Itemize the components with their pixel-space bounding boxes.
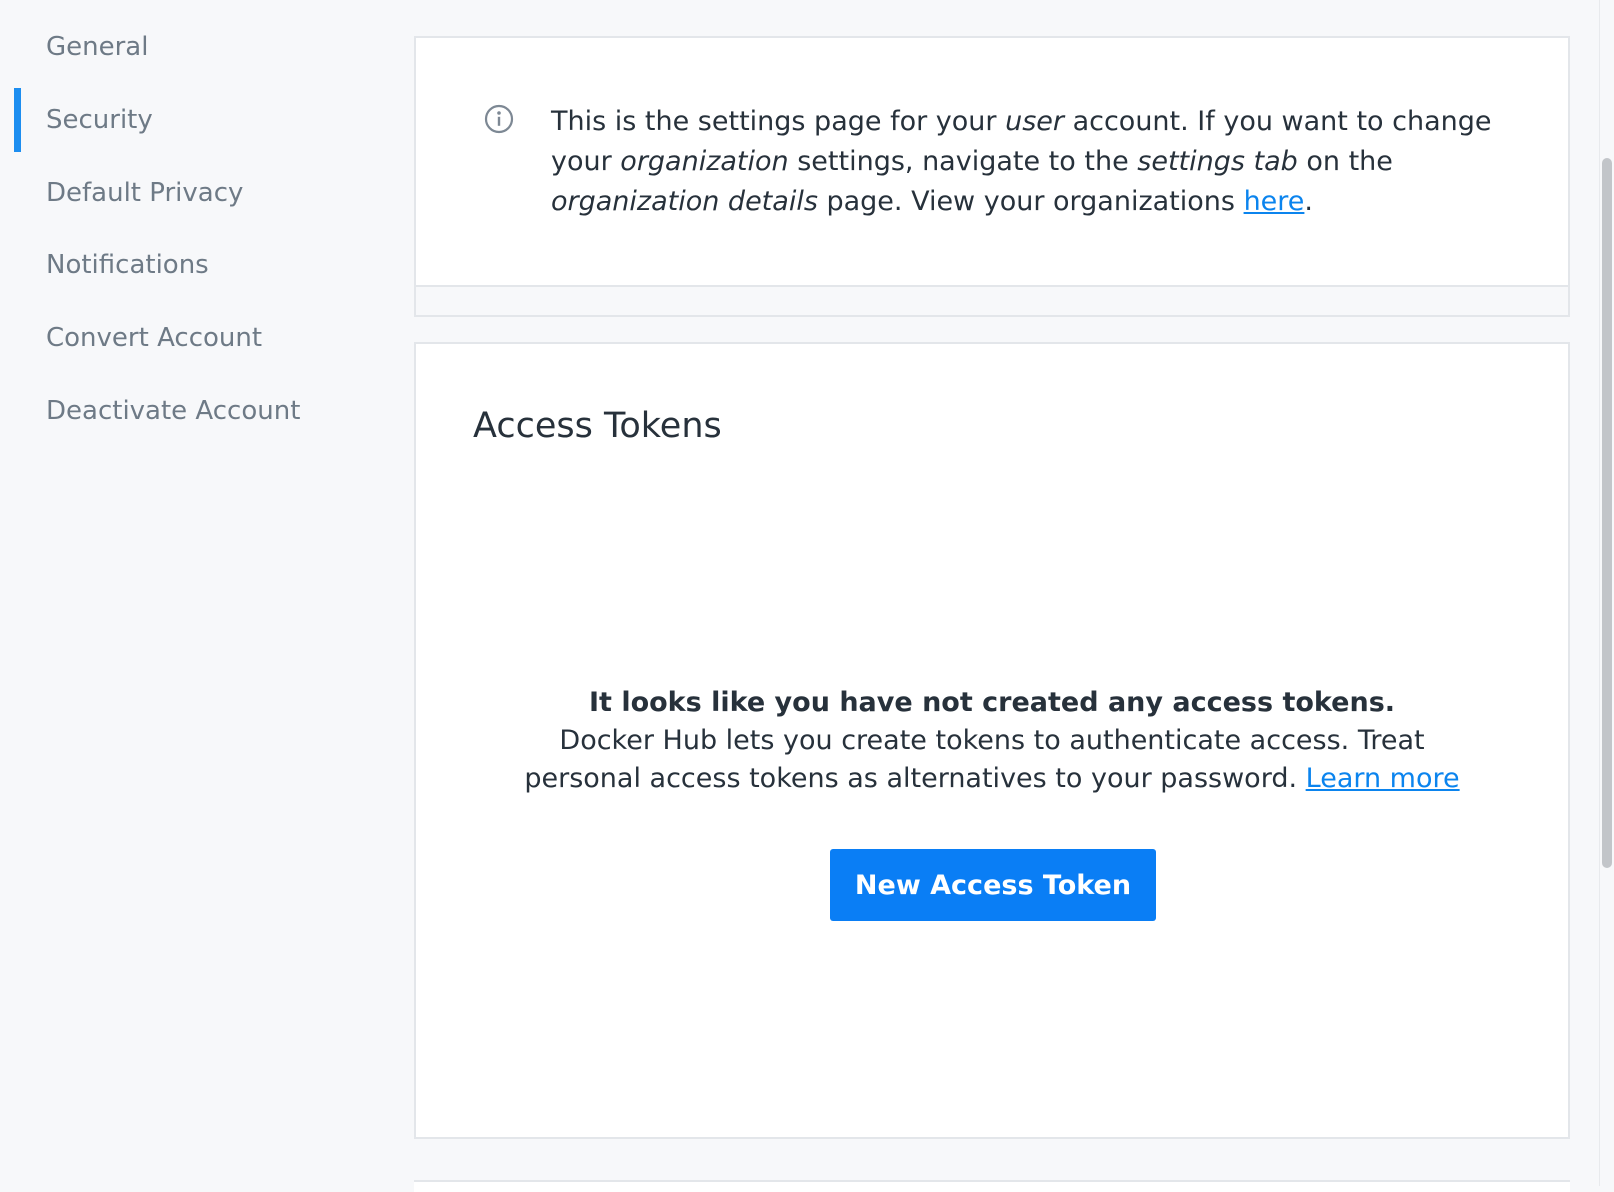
notice-text-part: on the	[1297, 146, 1393, 177]
page-scrollbar-thumb[interactable]	[1602, 158, 1612, 868]
view-organizations-link[interactable]: here	[1244, 186, 1305, 217]
notice-emphasis-organization-details: organization details	[551, 186, 818, 217]
notice-text-part: This is the settings page for your	[551, 106, 1006, 137]
notice-emphasis-settings-tab: settings tab	[1137, 146, 1298, 177]
page-scrollbar-track[interactable]	[1599, 0, 1614, 1186]
notice-text-part: .	[1304, 186, 1313, 217]
empty-state-heading: It looks like you have not created any a…	[588, 687, 1396, 718]
sidebar-item-general[interactable]: General	[46, 27, 148, 67]
empty-state-description: Docker Hub lets you create tokens to aut…	[512, 722, 1472, 798]
notice-text-part: page. View your organizations	[817, 186, 1244, 217]
next-card-edge	[414, 1180, 1570, 1192]
learn-more-link[interactable]: Learn more	[1306, 763, 1460, 794]
account-settings-notice-text: This is the settings page for your user …	[551, 102, 1541, 222]
sidebar-item-security[interactable]: Security	[46, 100, 153, 140]
empty-state-description-text: Docker Hub lets you create tokens to aut…	[524, 725, 1425, 794]
sidebar-item-convert-account[interactable]: Convert Account	[46, 318, 262, 358]
notice-emphasis-user: user	[1005, 106, 1064, 137]
access-tokens-card: Access Tokens It looks like you have not…	[414, 342, 1570, 1139]
info-icon	[484, 104, 514, 134]
notice-emphasis-organization: organization	[620, 146, 789, 177]
access-tokens-title: Access Tokens	[473, 406, 722, 446]
new-access-token-button[interactable]: New Access Token	[830, 849, 1156, 921]
sidebar-item-default-privacy[interactable]: Default Privacy	[46, 173, 243, 213]
empty-state: It looks like you have not created any a…	[416, 684, 1568, 798]
account-settings-notice-card: This is the settings page for your user …	[414, 36, 1570, 317]
active-item-indicator	[14, 88, 21, 152]
card-footer-strip	[416, 285, 1568, 315]
sidebar-item-notifications[interactable]: Notifications	[46, 245, 209, 285]
notice-text-part: settings, navigate to the	[788, 146, 1138, 177]
sidebar-item-deactivate-account[interactable]: Deactivate Account	[46, 391, 300, 431]
